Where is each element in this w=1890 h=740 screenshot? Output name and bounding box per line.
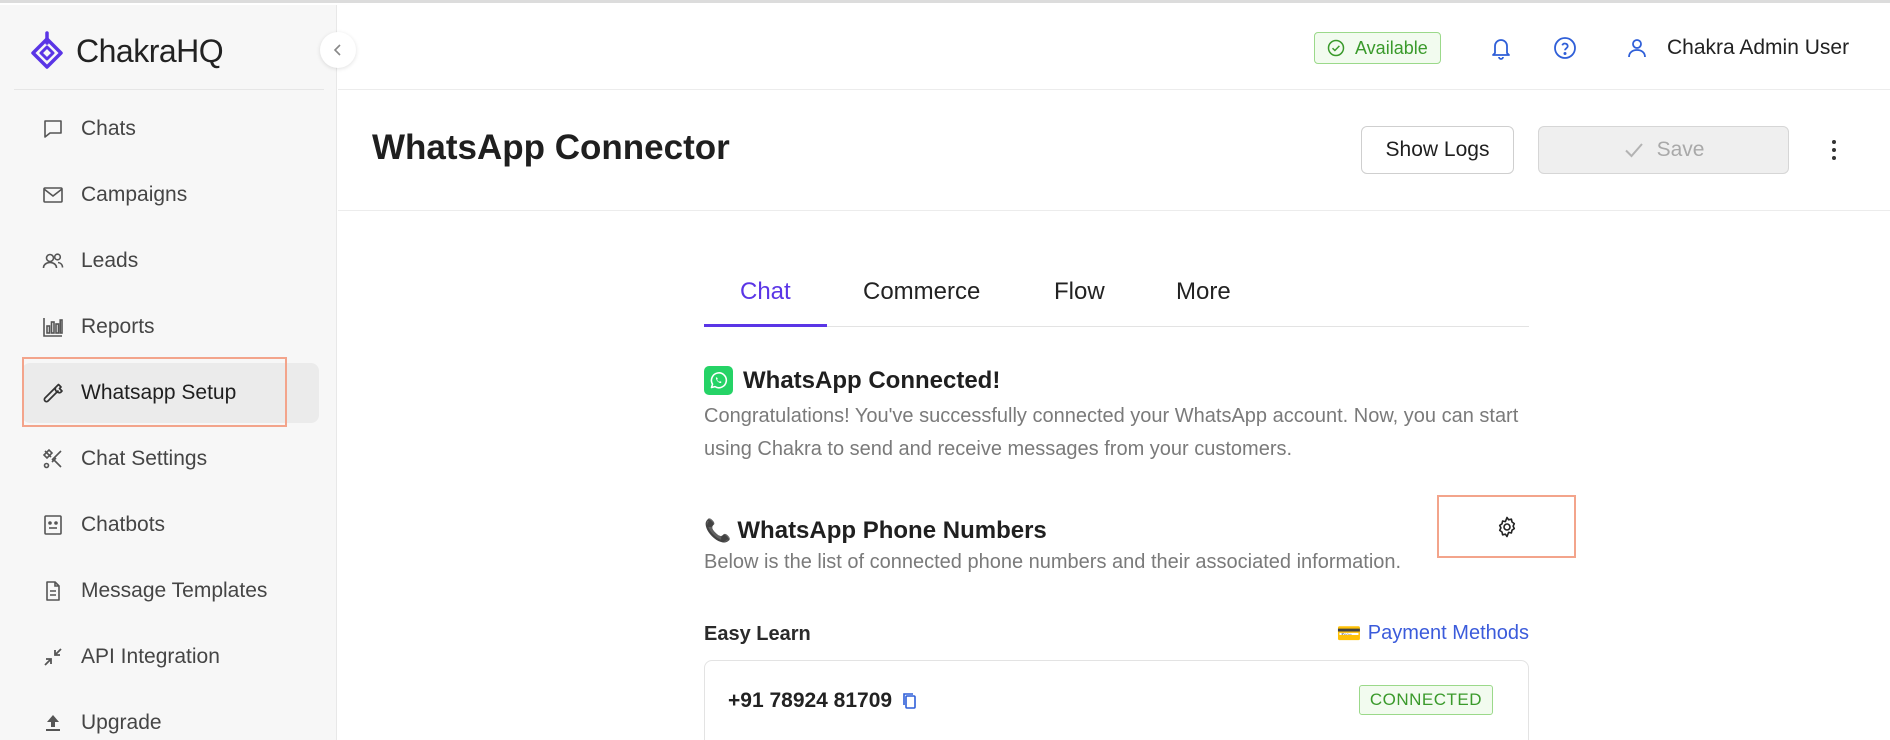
sidebar-nav: Chats Campaigns Leads Reports Whatsapp S… [22,99,319,740]
sidebar-item-label: Upgrade [81,711,162,734]
sidebar-item-api-integration[interactable]: API Integration [22,627,319,687]
users-icon [42,253,64,269]
upload-icon [46,715,60,731]
sidebar-item-label: Leads [81,249,139,272]
top-header: Available Chakra Admin User [338,5,1890,90]
tab-flow[interactable]: Flow [1054,271,1105,327]
bell-icon [1492,39,1510,60]
tools-icon [42,448,62,469]
save-label: Save [1656,138,1705,161]
user-name: Chakra Admin User [1667,36,1850,59]
sidebar: ChakraHQ Chats Campaigns Leads Reports W… [0,5,337,740]
sidebar-item-label: Message Templates [81,579,268,602]
sidebar-item-chatbots[interactable]: Chatbots [22,495,319,555]
credit-card-icon: 💳 [1336,623,1362,645]
user-menu[interactable]: Chakra Admin User [1625,31,1849,65]
more-options-icon[interactable] [1824,136,1844,164]
chakra-logo-icon [31,31,63,69]
connected-title: WhatsApp Connected! [743,366,1001,394]
tab-more[interactable]: More [1176,271,1231,327]
help-button[interactable] [1552,35,1578,61]
wrench-icon [43,383,63,403]
phone-number-card: +91 78924 81709 CONNECTED [704,660,1529,740]
connected-description: Congratulations! You've successfully con… [704,405,1519,460]
sidebar-item-label: Chatbots [81,513,166,536]
bot-icon [44,515,62,535]
show-logs-button[interactable]: Show Logs [1361,126,1514,174]
connection-status-badge: CONNECTED [1358,685,1493,715]
sidebar-item-message-templates[interactable]: Message Templates [22,561,319,621]
page-header: WhatsApp Connector Show Logs Save [338,90,1890,211]
gear-icon [1498,516,1515,537]
sidebar-item-whatsapp-setup[interactable]: Whatsapp Setup [22,363,319,423]
connected-heading: WhatsApp Connected! [704,366,1000,395]
sidebar-item-label: API Integration [81,645,220,668]
bar-chart-icon [43,318,63,337]
sidebar-item-label: Campaigns [81,183,188,206]
tab-chat[interactable]: Chat [704,271,827,327]
check-circle-icon [1327,39,1345,57]
phone-numbers-heading: 📞 WhatsApp Phone Numbers [704,517,1047,545]
phone-number-row: +91 78924 81709 [728,689,920,713]
sidebar-item-leads[interactable]: Leads [22,231,319,291]
check-icon [1624,143,1643,158]
divider [14,89,324,90]
account-name: Easy Learn [704,623,811,645]
help-circle-icon [1554,37,1576,59]
sidebar-item-label: Chats [81,117,136,140]
chevron-left-icon [333,44,341,56]
sidebar-item-label: Reports [81,315,155,338]
payment-methods-link[interactable]: 💳 Payment Methods [1337,621,1529,646]
sidebar-item-reports[interactable]: Reports [22,297,319,357]
save-button[interactable]: Save [1538,126,1789,174]
page-title: WhatsApp Connector [372,128,730,167]
document-icon [46,581,60,601]
status-text: Available [1355,37,1428,58]
user-icon [1628,39,1646,58]
tab-commerce[interactable]: Commerce [863,271,980,327]
chat-bubble-icon [44,120,62,138]
brand-name: ChakraHQ [76,32,224,69]
sidebar-item-chats[interactable]: Chats [22,99,319,159]
payment-methods-label: Payment Methods [1367,622,1529,644]
phone-numbers-description: Below is the list of connected phone num… [704,551,1402,573]
collapse-sidebar-button[interactable] [320,32,356,68]
sidebar-item-label: Chat Settings [81,447,208,470]
phone-number: +91 78924 81709 [728,689,893,712]
sidebar-item-upgrade[interactable]: Upgrade [22,693,319,740]
tab-bar: Chat Commerce Flow More [704,271,1529,327]
phone-icon: 📞 [704,518,732,543]
brand[interactable]: ChakraHQ [26,27,224,75]
notifications-button[interactable] [1488,35,1514,61]
main-content: Chat Commerce Flow More WhatsApp Connect… [704,211,1576,740]
sidebar-item-label: Whatsapp Setup [81,381,237,404]
phone-numbers-title: WhatsApp Phone Numbers [737,517,1047,544]
phone-settings-button[interactable] [1437,495,1576,558]
whatsapp-icon [704,366,733,395]
mail-icon [43,187,63,203]
copy-icon[interactable] [900,691,920,711]
arrows-in-icon [44,648,62,666]
sidebar-item-chat-settings[interactable]: Chat Settings [22,429,319,489]
sidebar-item-campaigns[interactable]: Campaigns [22,165,319,225]
availability-status-badge[interactable]: Available [1314,32,1441,64]
